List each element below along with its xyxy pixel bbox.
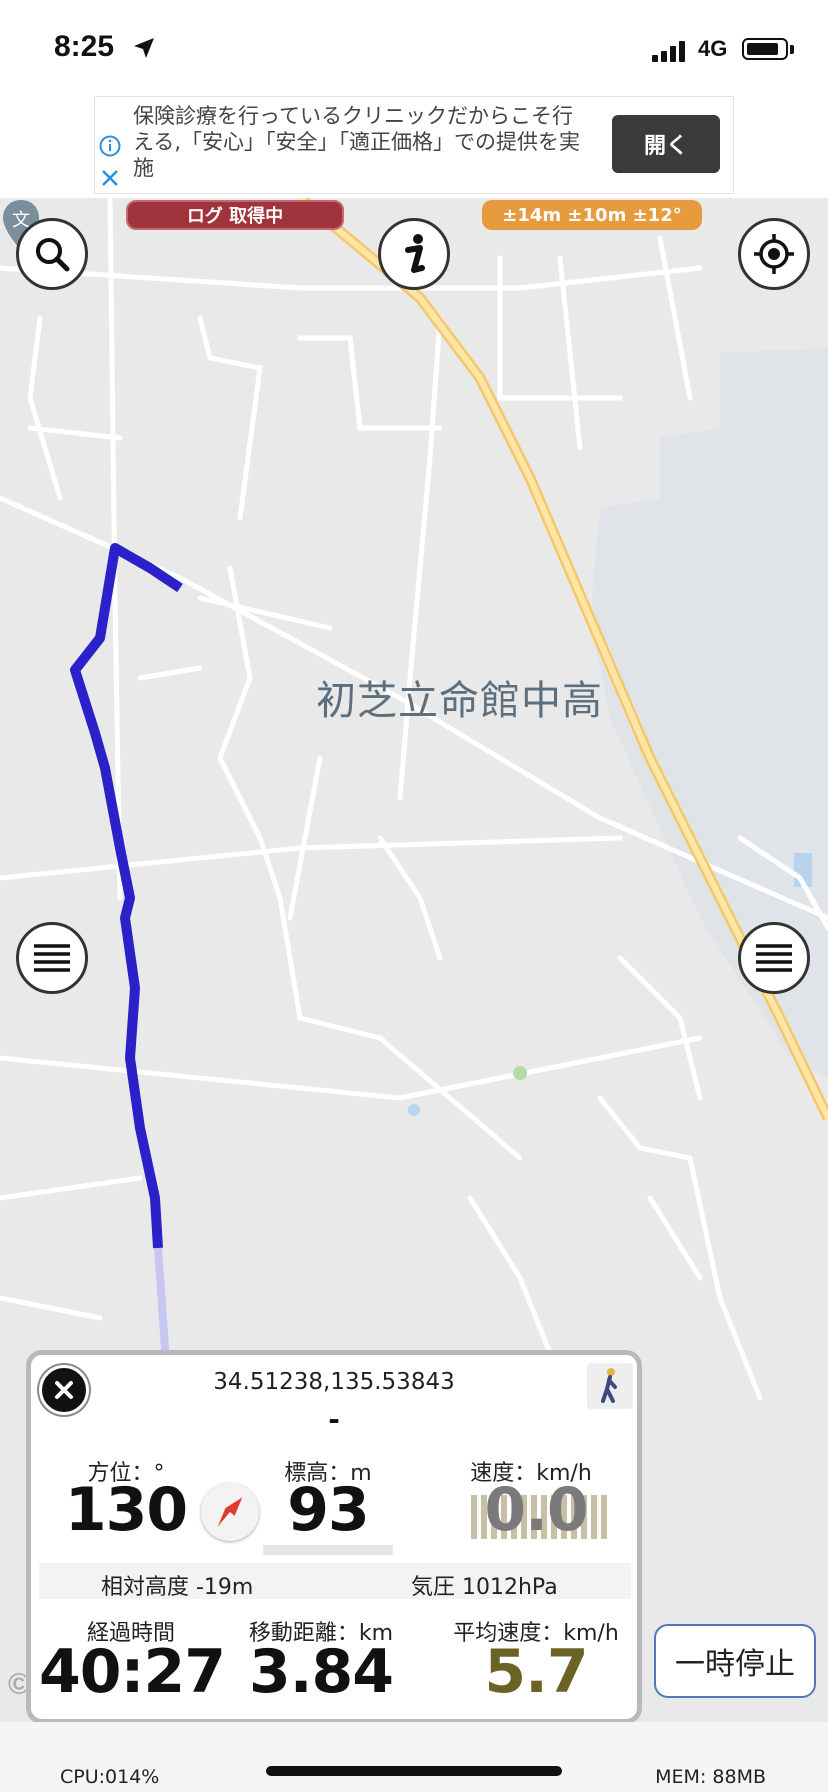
battery-icon	[742, 38, 788, 60]
elevation-value: 93	[287, 1475, 370, 1545]
locate-button[interactable]	[738, 218, 810, 290]
avg-speed-value: 5.7	[484, 1637, 588, 1707]
bearing-value: 130	[64, 1475, 188, 1545]
bottom-bar: CPU:014% MEM: 88MB	[0, 1722, 828, 1792]
map-place-label: 初芝立命館中高	[316, 678, 603, 724]
ad-open-button[interactable]: 開く	[612, 115, 720, 173]
distance-value: 3.84	[248, 1637, 394, 1707]
ad-close-icon[interactable]	[99, 167, 121, 189]
hamburger-menu-icon	[34, 944, 70, 972]
speed-value: 0.0	[484, 1475, 588, 1545]
address-text: -	[328, 1403, 340, 1436]
cpu-usage: CPU:014%	[60, 1766, 160, 1788]
info-button[interactable]	[378, 218, 450, 290]
locate-icon	[754, 234, 794, 274]
ad-text: 保険診療を行っているクリニックだからこそ行える,「安心」「安全」「適正価格」での…	[133, 104, 581, 180]
home-indicator[interactable]	[266, 1766, 562, 1776]
log-status-badge: ログ 取得中	[126, 200, 344, 230]
hamburger-menu-icon	[756, 944, 792, 972]
right-menu-button[interactable]	[738, 922, 810, 994]
left-menu-button[interactable]	[16, 922, 88, 994]
relative-altitude: 相対高度 -19m	[101, 1575, 254, 1600]
network-type: 4G	[698, 36, 728, 61]
ad-info-icon[interactable]	[99, 135, 121, 157]
elapsed-value: 40:27	[39, 1637, 226, 1707]
elevation-bar	[263, 1545, 393, 1555]
compass-icon	[201, 1483, 259, 1541]
pressure: 気圧 1012hPa	[411, 1575, 558, 1600]
info-icon	[405, 234, 425, 273]
pause-button[interactable]: 一時停止	[654, 1624, 816, 1698]
memory-usage: MEM: 88MB	[655, 1766, 766, 1788]
tracking-info-panel: 34.51238,135.53843 - 方位：° 標高：m 速度：km/h 1…	[26, 1350, 642, 1724]
status-bar: 8:25 4G	[0, 0, 828, 96]
signal-icon	[652, 40, 685, 62]
status-time: 8:25	[54, 30, 115, 63]
coordinates-text: 34.51238,135.53843	[213, 1369, 455, 1395]
search-button[interactable]	[16, 218, 88, 290]
location-arrow-icon	[134, 38, 154, 58]
search-icon	[36, 238, 70, 272]
battery-tip	[790, 45, 794, 54]
ad-box[interactable]: 保険診療を行っているクリニックだからこそ行える,「安心」「安全」「適正価格」での…	[94, 96, 734, 194]
accuracy-badge: ±14m ±10m ±12°	[482, 200, 702, 230]
ad-banner: 保険診療を行っているクリニックだからこそ行える,「安心」「安全」「適正価格」での…	[0, 96, 828, 199]
